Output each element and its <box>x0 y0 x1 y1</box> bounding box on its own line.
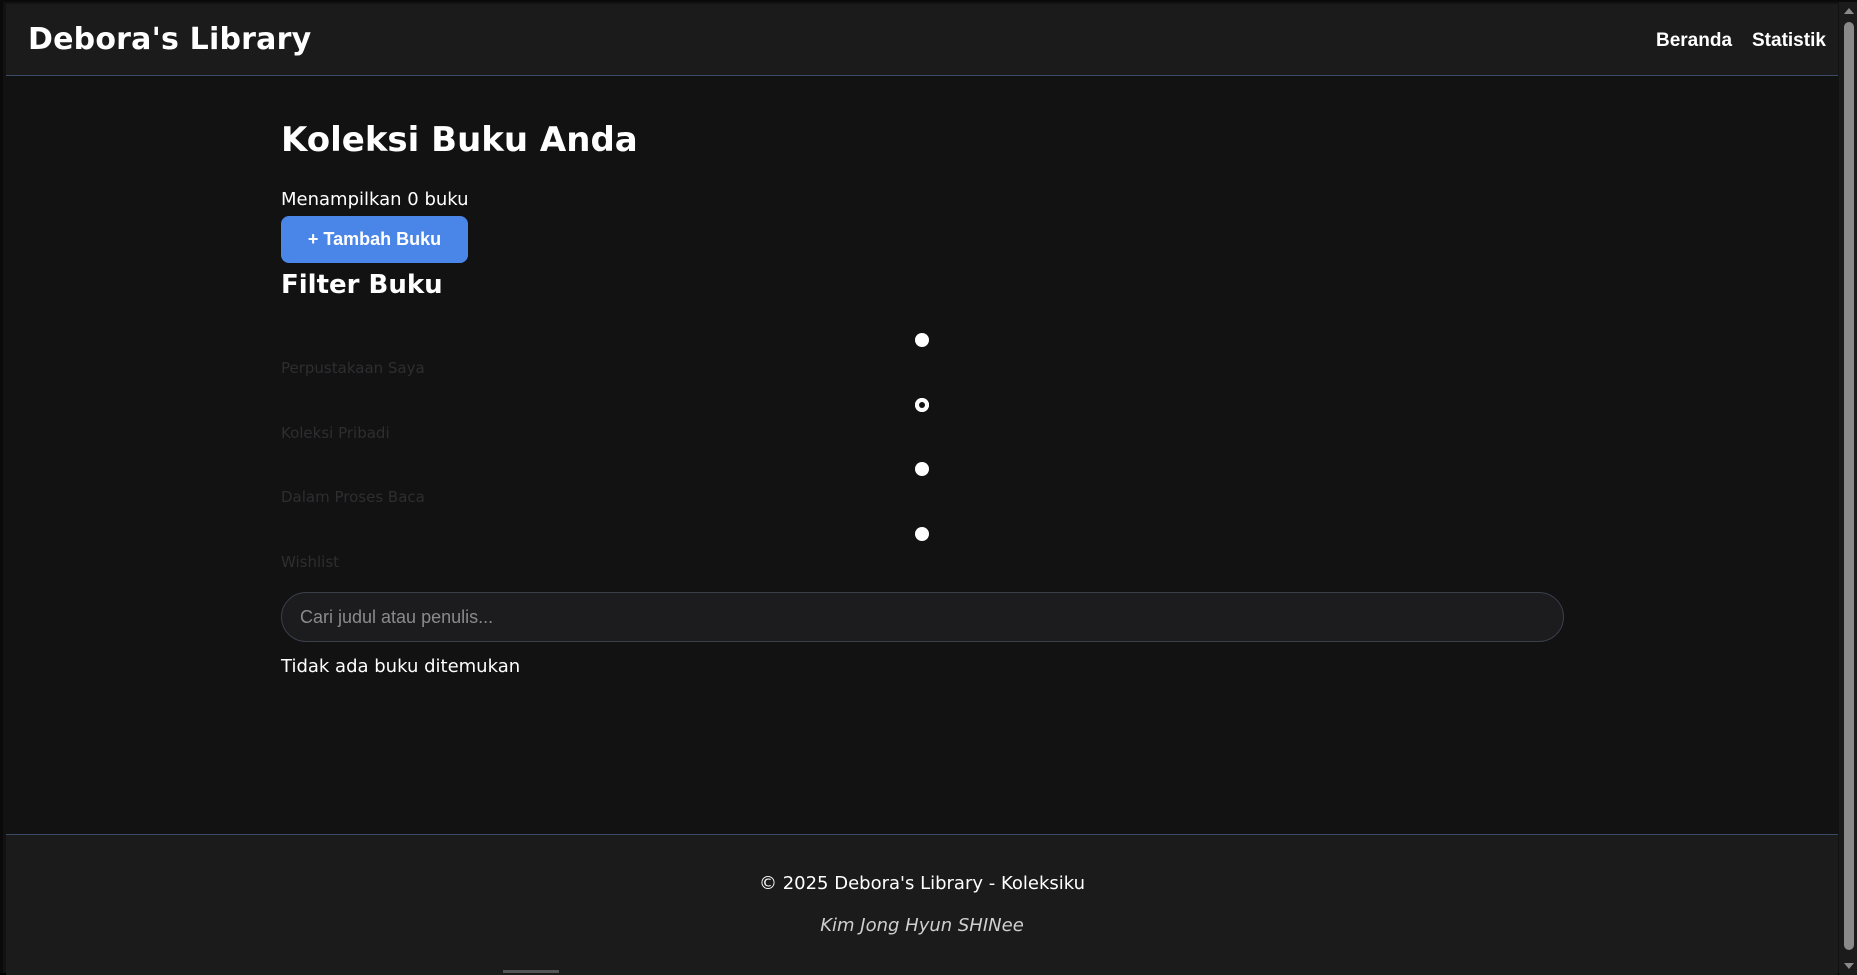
filter-label-dalam-proses-baca[interactable]: Dalam Proses Baca <box>281 488 425 506</box>
filter-radio-koleksi-pribadi[interactable] <box>915 398 929 412</box>
app-viewport: Debora's Library Beranda Statistik Kolek… <box>0 0 1857 975</box>
nav-link-statistik[interactable]: Statistik <box>1752 30 1826 52</box>
vertical-scrollbar[interactable] <box>1839 2 1857 975</box>
top-navbar: Debora's Library Beranda Statistik <box>6 4 1838 76</box>
page-title: Koleksi Buku Anda <box>281 120 638 160</box>
add-book-button[interactable]: + Tambah Buku <box>281 216 468 263</box>
filter-radio-wishlist[interactable] <box>915 527 929 541</box>
brand-logo[interactable]: Debora's Library <box>28 22 311 57</box>
empty-state-text: Tidak ada buku ditemukan <box>281 656 521 677</box>
scroll-thumb[interactable] <box>1844 22 1854 950</box>
filter-radio-perpustakaan-saya[interactable] <box>915 333 929 347</box>
footer-subtitle: Kim Jong Hyun SHINee <box>820 915 1024 936</box>
page-footer: © 2025 Debora's Library - Koleksiku Kim … <box>6 834 1838 975</box>
filter-label-koleksi-pribadi[interactable]: Koleksi Pribadi <box>281 424 390 442</box>
search-input[interactable] <box>281 592 1564 642</box>
book-count-text: Menampilkan 0 buku <box>281 189 469 210</box>
scroll-up-arrow-icon[interactable] <box>1844 8 1854 14</box>
scroll-down-arrow-icon[interactable] <box>1844 963 1854 969</box>
filter-section-title: Filter Buku <box>281 270 443 300</box>
footer-copyright: © 2025 Debora's Library - Koleksiku <box>758 873 1086 894</box>
filter-label-wishlist[interactable]: Wishlist <box>281 553 339 571</box>
filter-label-perpustakaan-saya[interactable]: Perpustakaan Saya <box>281 359 425 377</box>
filter-radio-dalam-proses-baca[interactable] <box>915 462 929 476</box>
nav-link-beranda[interactable]: Beranda <box>1656 30 1732 52</box>
